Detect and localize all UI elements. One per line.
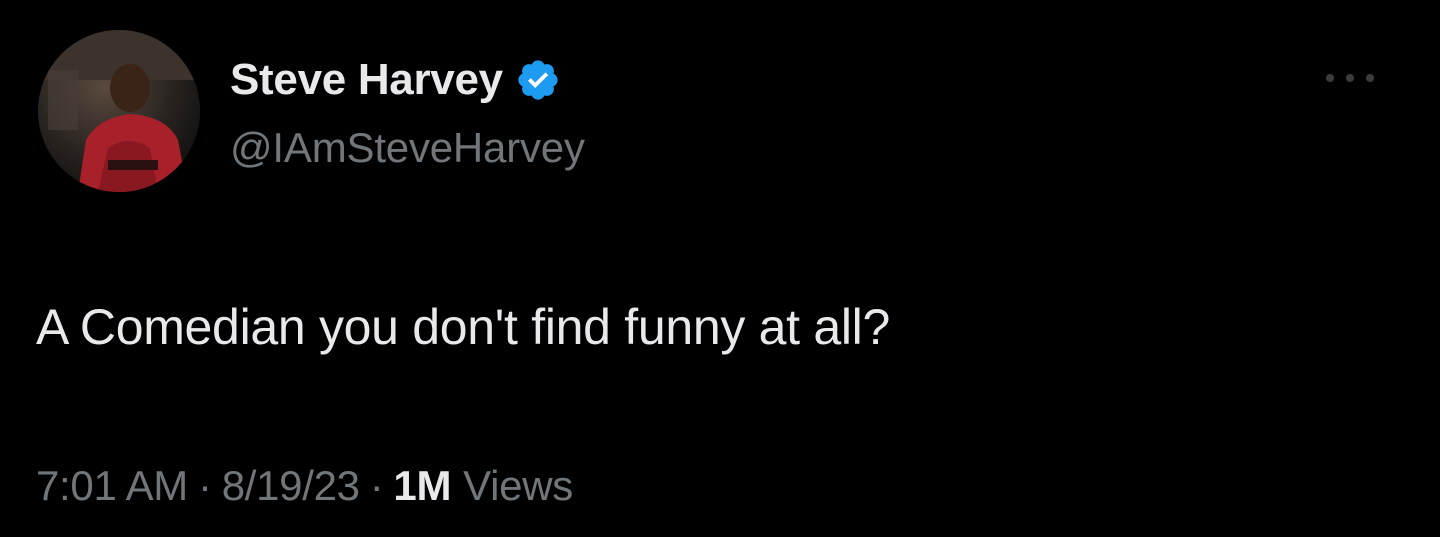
views-count[interactable]: 1M <box>393 462 451 510</box>
more-options-button[interactable] <box>1322 62 1378 94</box>
meta-separator: · <box>369 462 384 509</box>
views-label[interactable]: Views <box>463 462 573 510</box>
tweet-card: Steve Harvey @IAmSteveHarvey A Comedian … <box>0 0 1440 537</box>
tweet-text: A Comedian you don't find funny at all? <box>36 299 890 355</box>
author-name-row[interactable]: Steve Harvey <box>230 52 561 108</box>
tweet-meta: 7:01 AM · 8/19/23 · 1M Views <box>36 462 573 510</box>
ellipsis-icon <box>1326 74 1334 82</box>
user-handle[interactable]: @IAmSteveHarvey <box>230 124 585 172</box>
verified-badge-icon[interactable] <box>515 57 561 103</box>
tweet-date[interactable]: 8/19/23 <box>222 462 360 510</box>
display-name[interactable]: Steve Harvey <box>230 55 503 105</box>
ellipsis-icon <box>1366 74 1374 82</box>
avatar[interactable] <box>38 30 200 192</box>
ellipsis-icon <box>1346 74 1354 82</box>
tweet-time[interactable]: 7:01 AM <box>36 462 188 510</box>
profile-photo-icon <box>38 30 200 192</box>
meta-separator: · <box>198 462 212 509</box>
